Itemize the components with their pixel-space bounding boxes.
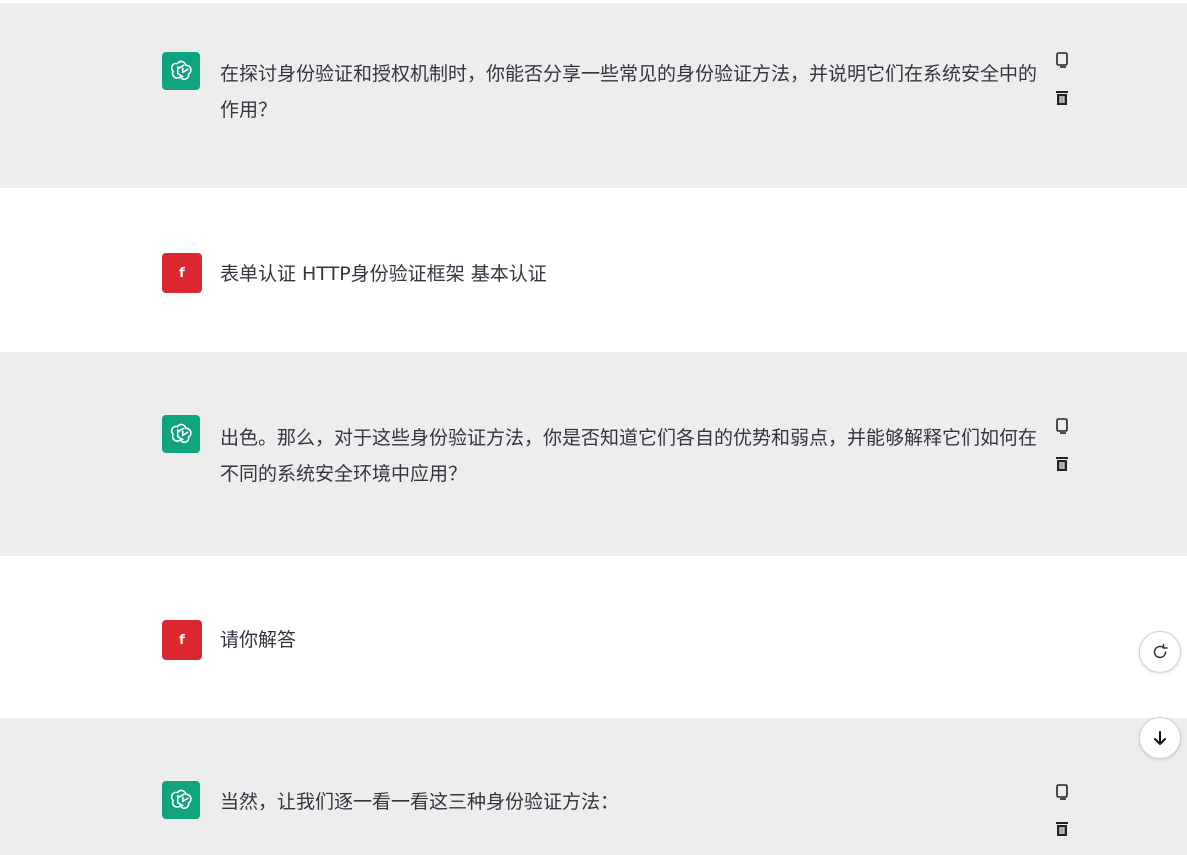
refresh-icon: [1153, 643, 1168, 659]
message-text: 请你解答: [220, 629, 297, 651]
arrow-down-icon: [1154, 731, 1166, 745]
copy-icon[interactable]: [1053, 417, 1071, 435]
openai-logo-icon: [170, 60, 192, 81]
trash-icon[interactable]: [1053, 820, 1071, 838]
message-row-user: f 请你解答: [0, 556, 1187, 718]
user-avatar: f: [162, 620, 202, 660]
trash-icon[interactable]: [1053, 455, 1071, 473]
message-row-assistant: 在探讨身份验证和授权机制时，你能否分享一些常见的身份验证方法，并说明它们在系统安…: [0, 3, 1187, 188]
message-row-assistant: 出色。那么，对于这些身份验证方法，你是否知道它们各自的优势和弱点，并能够解释它们…: [0, 352, 1187, 556]
openai-logo-icon: [170, 789, 192, 810]
message-row-user: f 表单认证 HTTP身份验证框架 基本认证: [0, 188, 1187, 352]
message-text: 当然，让我们逐一看一看这三种身份验证方法：: [220, 791, 620, 813]
user-avatar: f: [162, 253, 202, 293]
copy-icon[interactable]: [1053, 783, 1071, 801]
assistant-avatar: [162, 52, 200, 90]
message-text: 表单认证 HTTP身份验证框架 基本认证: [220, 263, 547, 285]
openai-logo-icon: [170, 423, 192, 444]
assistant-avatar: [162, 415, 200, 453]
message-text: 出色。那么，对于这些身份验证方法，你是否知道它们各自的优势和弱点，并能够解释它们…: [220, 427, 1038, 485]
copy-icon[interactable]: [1053, 51, 1071, 69]
message-text: 在探讨身份验证和授权机制时，你能否分享一些常见的身份验证方法，并说明它们在系统安…: [220, 63, 1038, 121]
assistant-avatar: [162, 781, 200, 819]
message-row-assistant: 当然，让我们逐一看一看这三种身份验证方法：: [0, 718, 1187, 855]
regenerate-button[interactable]: [1139, 631, 1181, 673]
scroll-down-button[interactable]: [1139, 717, 1181, 759]
trash-icon[interactable]: [1053, 89, 1071, 107]
